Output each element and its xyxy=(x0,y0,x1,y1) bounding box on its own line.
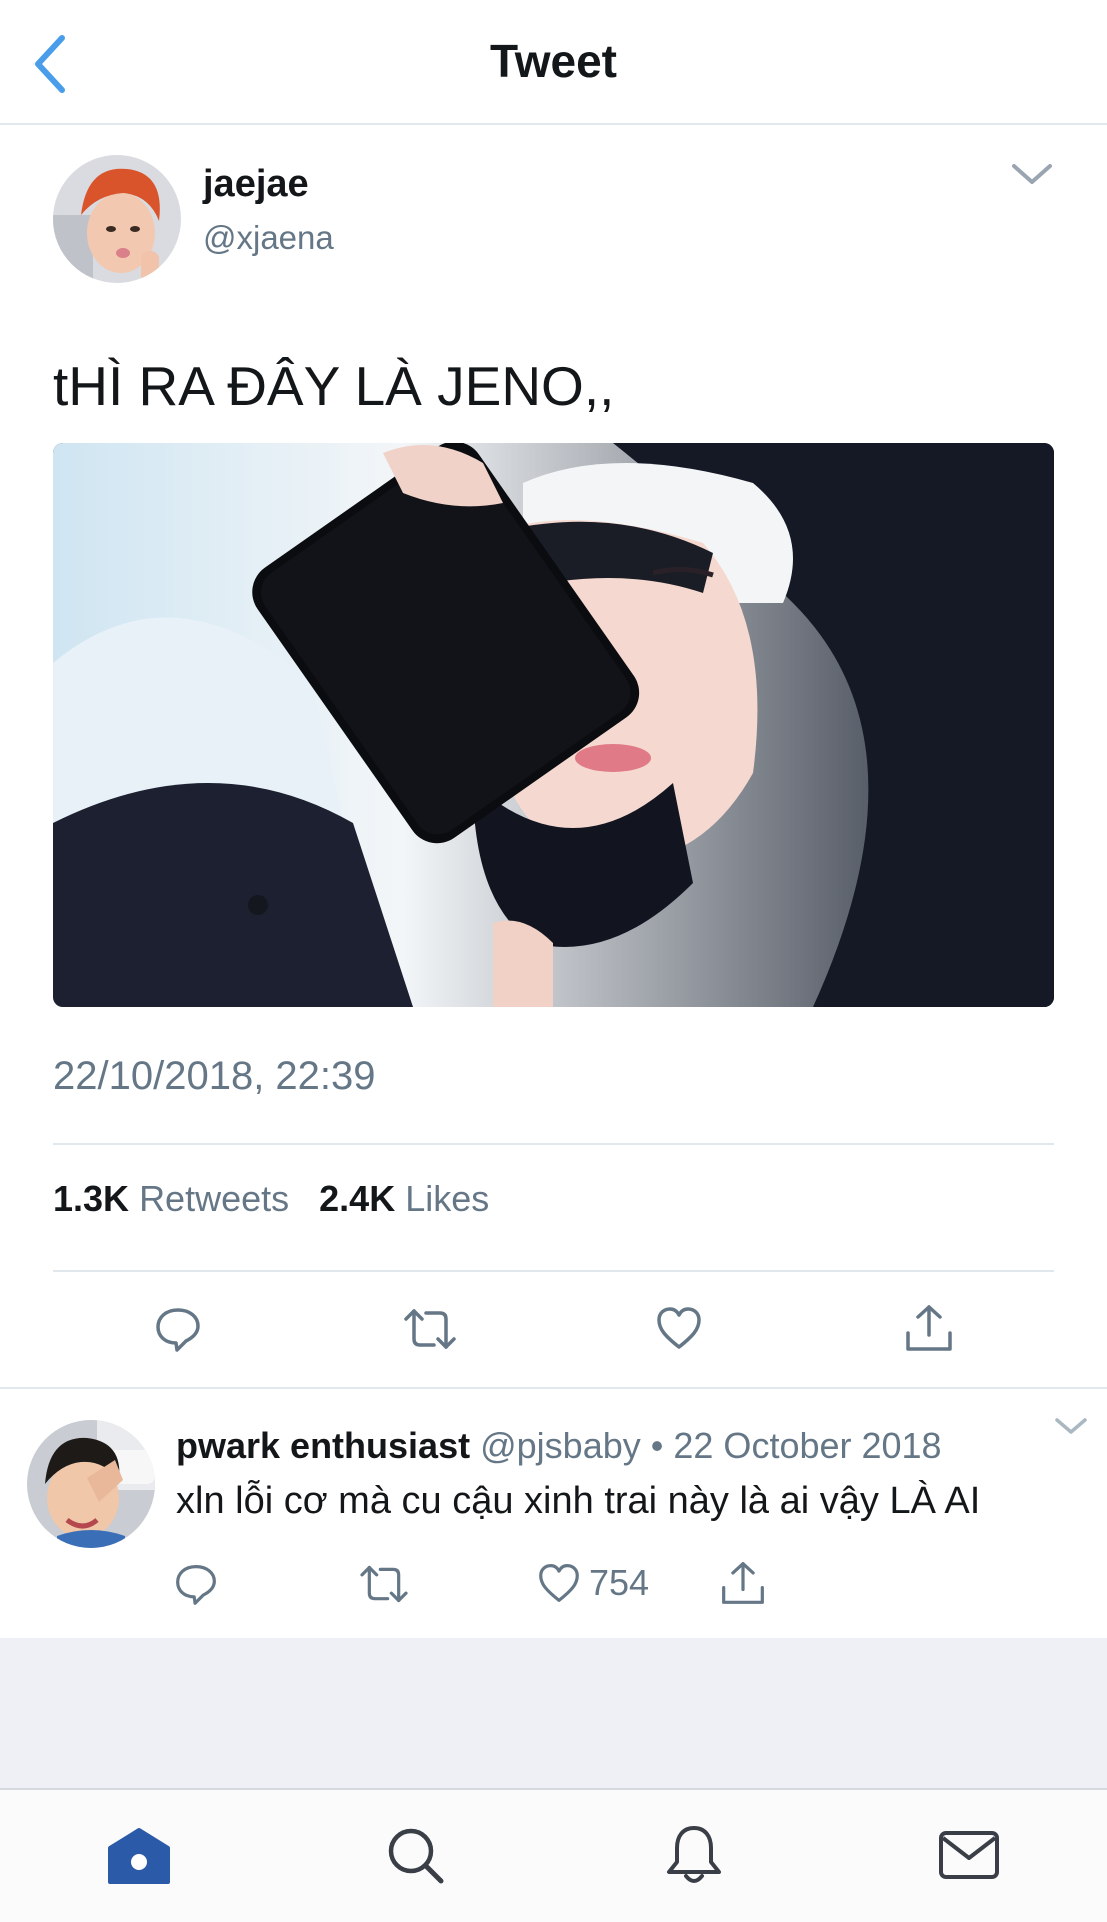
reply-like-count: 754 xyxy=(589,1562,650,1603)
reply-menu-button[interactable] xyxy=(1053,1414,1089,1438)
chevron-down-icon xyxy=(1055,1418,1087,1434)
reply-button[interactable] xyxy=(153,1305,203,1353)
divider xyxy=(53,1270,1054,1272)
divider xyxy=(0,1387,1107,1389)
share-icon xyxy=(722,1562,764,1604)
page-title: Tweet xyxy=(490,35,617,87)
reply-icon xyxy=(176,1564,216,1605)
reply-share-button[interactable] xyxy=(720,1560,766,1606)
retweet-button[interactable] xyxy=(402,1305,458,1353)
tab-home[interactable] xyxy=(106,1826,172,1886)
reply-text: xln lỗi cơ mà cu cậu xinh trai này là ai… xyxy=(176,1480,981,1522)
mail-icon xyxy=(939,1831,999,1879)
reply-author-handle[interactable]: @pjsbaby xyxy=(480,1425,641,1466)
retweets-count[interactable]: 1.3K xyxy=(53,1178,129,1219)
retweet-icon xyxy=(360,1565,408,1603)
reply-header: pwark enthusiast @pjsbaby • 22 October 2… xyxy=(176,1425,942,1467)
author-name[interactable]: jaejae xyxy=(203,163,309,206)
likes-count[interactable]: 2.4K xyxy=(319,1178,395,1219)
reply-separator: • xyxy=(650,1425,664,1466)
share-button[interactable] xyxy=(904,1303,954,1353)
home-icon xyxy=(108,1828,170,1884)
like-button[interactable] xyxy=(655,1305,703,1351)
tab-notifications[interactable] xyxy=(663,1822,725,1888)
author-handle[interactable]: @xjaena xyxy=(203,219,334,257)
tweet-media-image[interactable] xyxy=(53,443,1054,1007)
reply-icon xyxy=(156,1308,200,1352)
tab-search[interactable] xyxy=(386,1826,446,1886)
reply-retweet-button[interactable] xyxy=(358,1562,410,1606)
heart-icon xyxy=(539,1564,579,1602)
tweet-text: tHÌ RA ĐÂY LÀ JENO,, xyxy=(53,355,615,417)
tab-bar xyxy=(0,1788,1107,1922)
search-icon xyxy=(388,1828,444,1884)
reply-author-avatar[interactable] xyxy=(27,1420,155,1548)
likes-label[interactable]: Likes xyxy=(405,1178,489,1219)
reply-reply-button[interactable] xyxy=(173,1562,219,1606)
chevron-down-icon xyxy=(1012,164,1052,184)
tab-messages[interactable] xyxy=(938,1830,1000,1880)
reply-author-name[interactable]: pwark enthusiast xyxy=(176,1425,470,1466)
reply-date: 22 October 2018 xyxy=(673,1425,942,1466)
retweets-label[interactable]: Retweets xyxy=(139,1178,289,1219)
tweet-timestamp: 22/10/2018, 22:39 xyxy=(53,1054,376,1098)
heart-icon xyxy=(657,1307,701,1349)
author-avatar[interactable] xyxy=(53,155,181,283)
tweet-stats: 1.3K Retweets 2.4K Likes xyxy=(53,1178,489,1220)
reply-like-button[interactable]: 754 xyxy=(537,1562,649,1604)
navigation-header: Tweet xyxy=(0,0,1107,125)
tweet-menu-button[interactable] xyxy=(1008,158,1056,190)
empty-area xyxy=(0,1638,1107,1790)
retweet-icon xyxy=(404,1309,456,1349)
bell-icon xyxy=(667,1826,721,1883)
share-icon xyxy=(906,1305,952,1351)
divider xyxy=(53,1143,1054,1145)
